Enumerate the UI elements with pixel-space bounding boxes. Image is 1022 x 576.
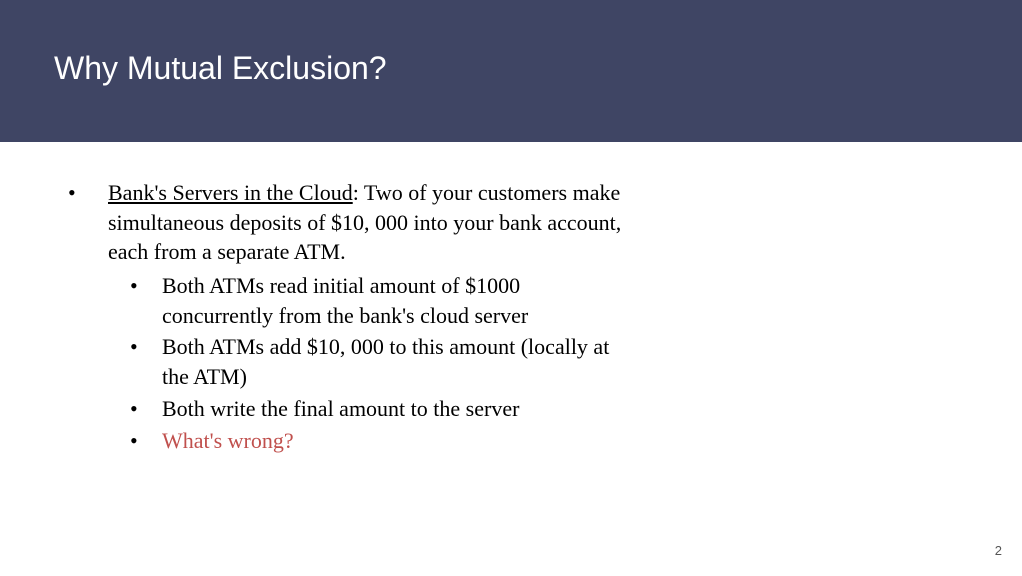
- slide: Why Mutual Exclusion? Bank's Servers in …: [0, 0, 1022, 576]
- slide-body: Bank's Servers in the Cloud: Two of your…: [68, 178, 962, 455]
- title-bar: Why Mutual Exclusion?: [0, 0, 1022, 142]
- inner-list: Both ATMs read initial amount of $1000 c…: [108, 271, 962, 455]
- sub-bullet: Both ATMs read initial amount of $1000 c…: [108, 271, 628, 330]
- sub-bullet-highlight: What's wrong?: [108, 426, 628, 456]
- main-bullet: Bank's Servers in the Cloud: Two of your…: [68, 178, 962, 455]
- slide-title: Why Mutual Exclusion?: [54, 50, 387, 87]
- sub-bullet: Both write the final amount to the serve…: [108, 394, 628, 424]
- intro-text: Bank's Servers in the Cloud: Two of your…: [108, 178, 628, 267]
- sub-bullet: Both ATMs add $10, 000 to this amount (l…: [108, 332, 628, 391]
- outer-list: Bank's Servers in the Cloud: Two of your…: [68, 178, 962, 455]
- page-number: 2: [995, 543, 1002, 558]
- intro-lead: Bank's Servers in the Cloud: [108, 180, 353, 205]
